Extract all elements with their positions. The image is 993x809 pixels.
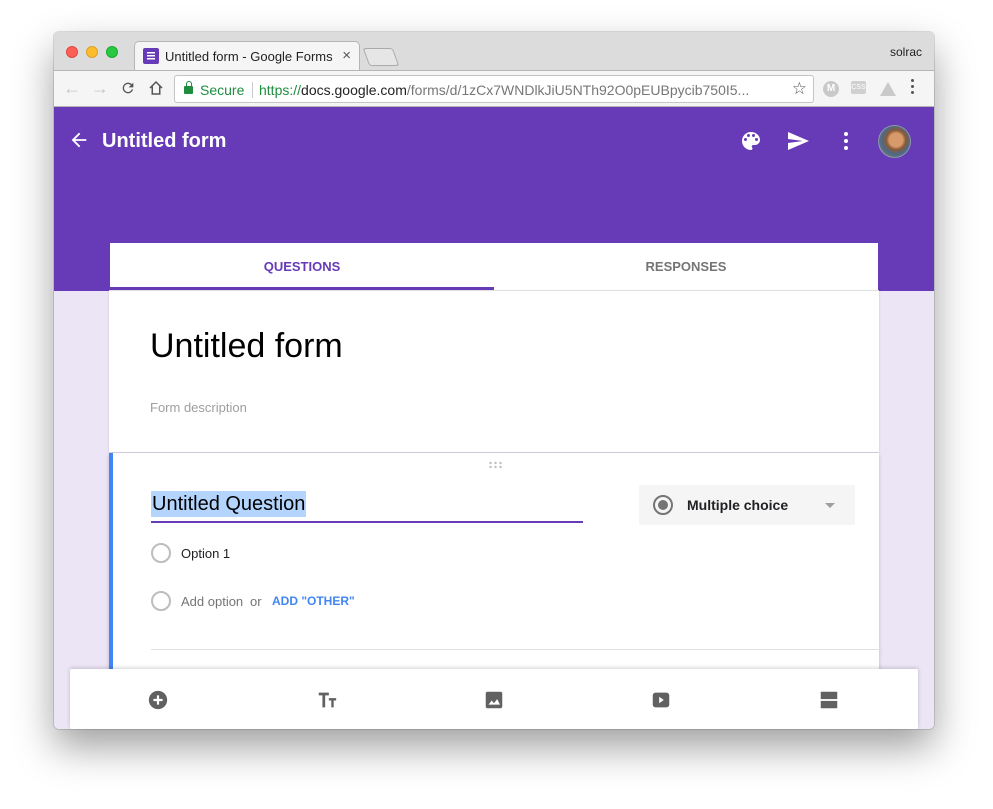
address-bar[interactable]: Secure https://docs.google.com/forms/d/1… <box>174 75 814 103</box>
add-item-toolbar <box>70 669 918 729</box>
option-radio-icon <box>151 543 171 563</box>
google-forms-favicon-icon <box>143 48 159 64</box>
secure-label: Secure <box>200 82 245 98</box>
add-circle-icon[interactable] <box>147 689 169 711</box>
bookmark-star-icon[interactable]: ☆ <box>792 79 807 99</box>
more-vert-icon[interactable] <box>834 129 858 153</box>
or-label: or <box>250 594 262 609</box>
palette-icon[interactable] <box>739 129 763 153</box>
forward-button[interactable]: → <box>91 77 109 99</box>
browser-menu-icon[interactable] <box>911 79 914 97</box>
browser-toolbar: ← → Secure https://docs.google.com/forms… <box>54 70 934 107</box>
url-text[interactable]: https://docs.google.com/forms/d/1zCx7WND… <box>259 82 749 98</box>
back-button[interactable]: ← <box>63 77 81 99</box>
add-option-input[interactable]: Add option <box>181 594 243 609</box>
lock-icon <box>184 81 193 94</box>
question-type-label: Multiple choice <box>687 497 789 513</box>
question-title-input[interactable]: Untitled Question <box>151 491 583 523</box>
tab-responses[interactable]: RESPONSES <box>494 243 878 291</box>
page-content: Untitled form QUESTIONS RESPONSES Untitl… <box>54 107 934 729</box>
close-window-button[interactable] <box>66 46 78 58</box>
maximize-window-button[interactable] <box>106 46 118 58</box>
radio-button-icon <box>653 495 673 515</box>
form-title-input[interactable]: Untitled form <box>150 327 343 366</box>
new-tab-button[interactable] <box>362 48 400 66</box>
url-host: docs.google.com <box>301 82 407 98</box>
omnibox-separator <box>252 82 253 98</box>
form-title-card: Untitled form Form description <box>109 290 879 452</box>
tab-title: Untitled form - Google Forms <box>165 49 333 64</box>
question-footer-divider <box>151 649 883 650</box>
css-extension-icon[interactable]: CSS <box>851 81 866 94</box>
video-icon[interactable] <box>650 689 672 711</box>
url-path: /forms/d/1zCx7WNDlkJiU5NTh92O0pEUBpycib7… <box>406 82 750 98</box>
minimize-window-button[interactable] <box>86 46 98 58</box>
tab-questions[interactable]: QUESTIONS <box>110 243 494 291</box>
dropdown-caret-icon <box>825 503 835 508</box>
question-title-text: Untitled Question <box>151 491 307 517</box>
option-radio-icon <box>151 591 171 611</box>
user-avatar[interactable] <box>878 125 911 158</box>
question-type-dropdown[interactable]: Multiple choice <box>639 485 855 525</box>
m-extension-icon[interactable]: M <box>823 81 839 97</box>
drive-extension-icon[interactable] <box>880 82 896 96</box>
home-icon <box>149 80 163 95</box>
drag-handle-icon[interactable] <box>488 461 504 469</box>
tab-close-icon[interactable]: × <box>342 47 351 64</box>
reload-icon <box>122 82 134 94</box>
header-form-title: Untitled form <box>102 130 227 152</box>
profile-name[interactable]: solrac <box>890 45 922 59</box>
question-card[interactable]: Untitled Question Multiple choice Option… <box>109 453 883 693</box>
send-icon[interactable] <box>786 129 810 153</box>
image-icon[interactable] <box>483 689 505 711</box>
text-size-icon[interactable] <box>316 689 338 711</box>
browser-tab[interactable]: Untitled form - Google Forms × <box>134 41 360 71</box>
section-icon[interactable] <box>818 689 840 711</box>
option-label-input[interactable]: Option 1 <box>181 546 230 561</box>
browser-window: Untitled form - Google Forms × solrac ← … <box>54 32 934 729</box>
reload-button[interactable] <box>120 77 136 101</box>
back-arrow-icon[interactable] <box>68 129 90 151</box>
form-description-input[interactable]: Form description <box>150 400 247 415</box>
home-button[interactable] <box>147 77 165 102</box>
tab-strip: Untitled form - Google Forms × solrac <box>54 32 934 71</box>
url-scheme: https:// <box>259 82 302 98</box>
add-other-button[interactable]: ADD "OTHER" <box>272 594 355 608</box>
form-tabs: QUESTIONS RESPONSES <box>109 242 879 290</box>
